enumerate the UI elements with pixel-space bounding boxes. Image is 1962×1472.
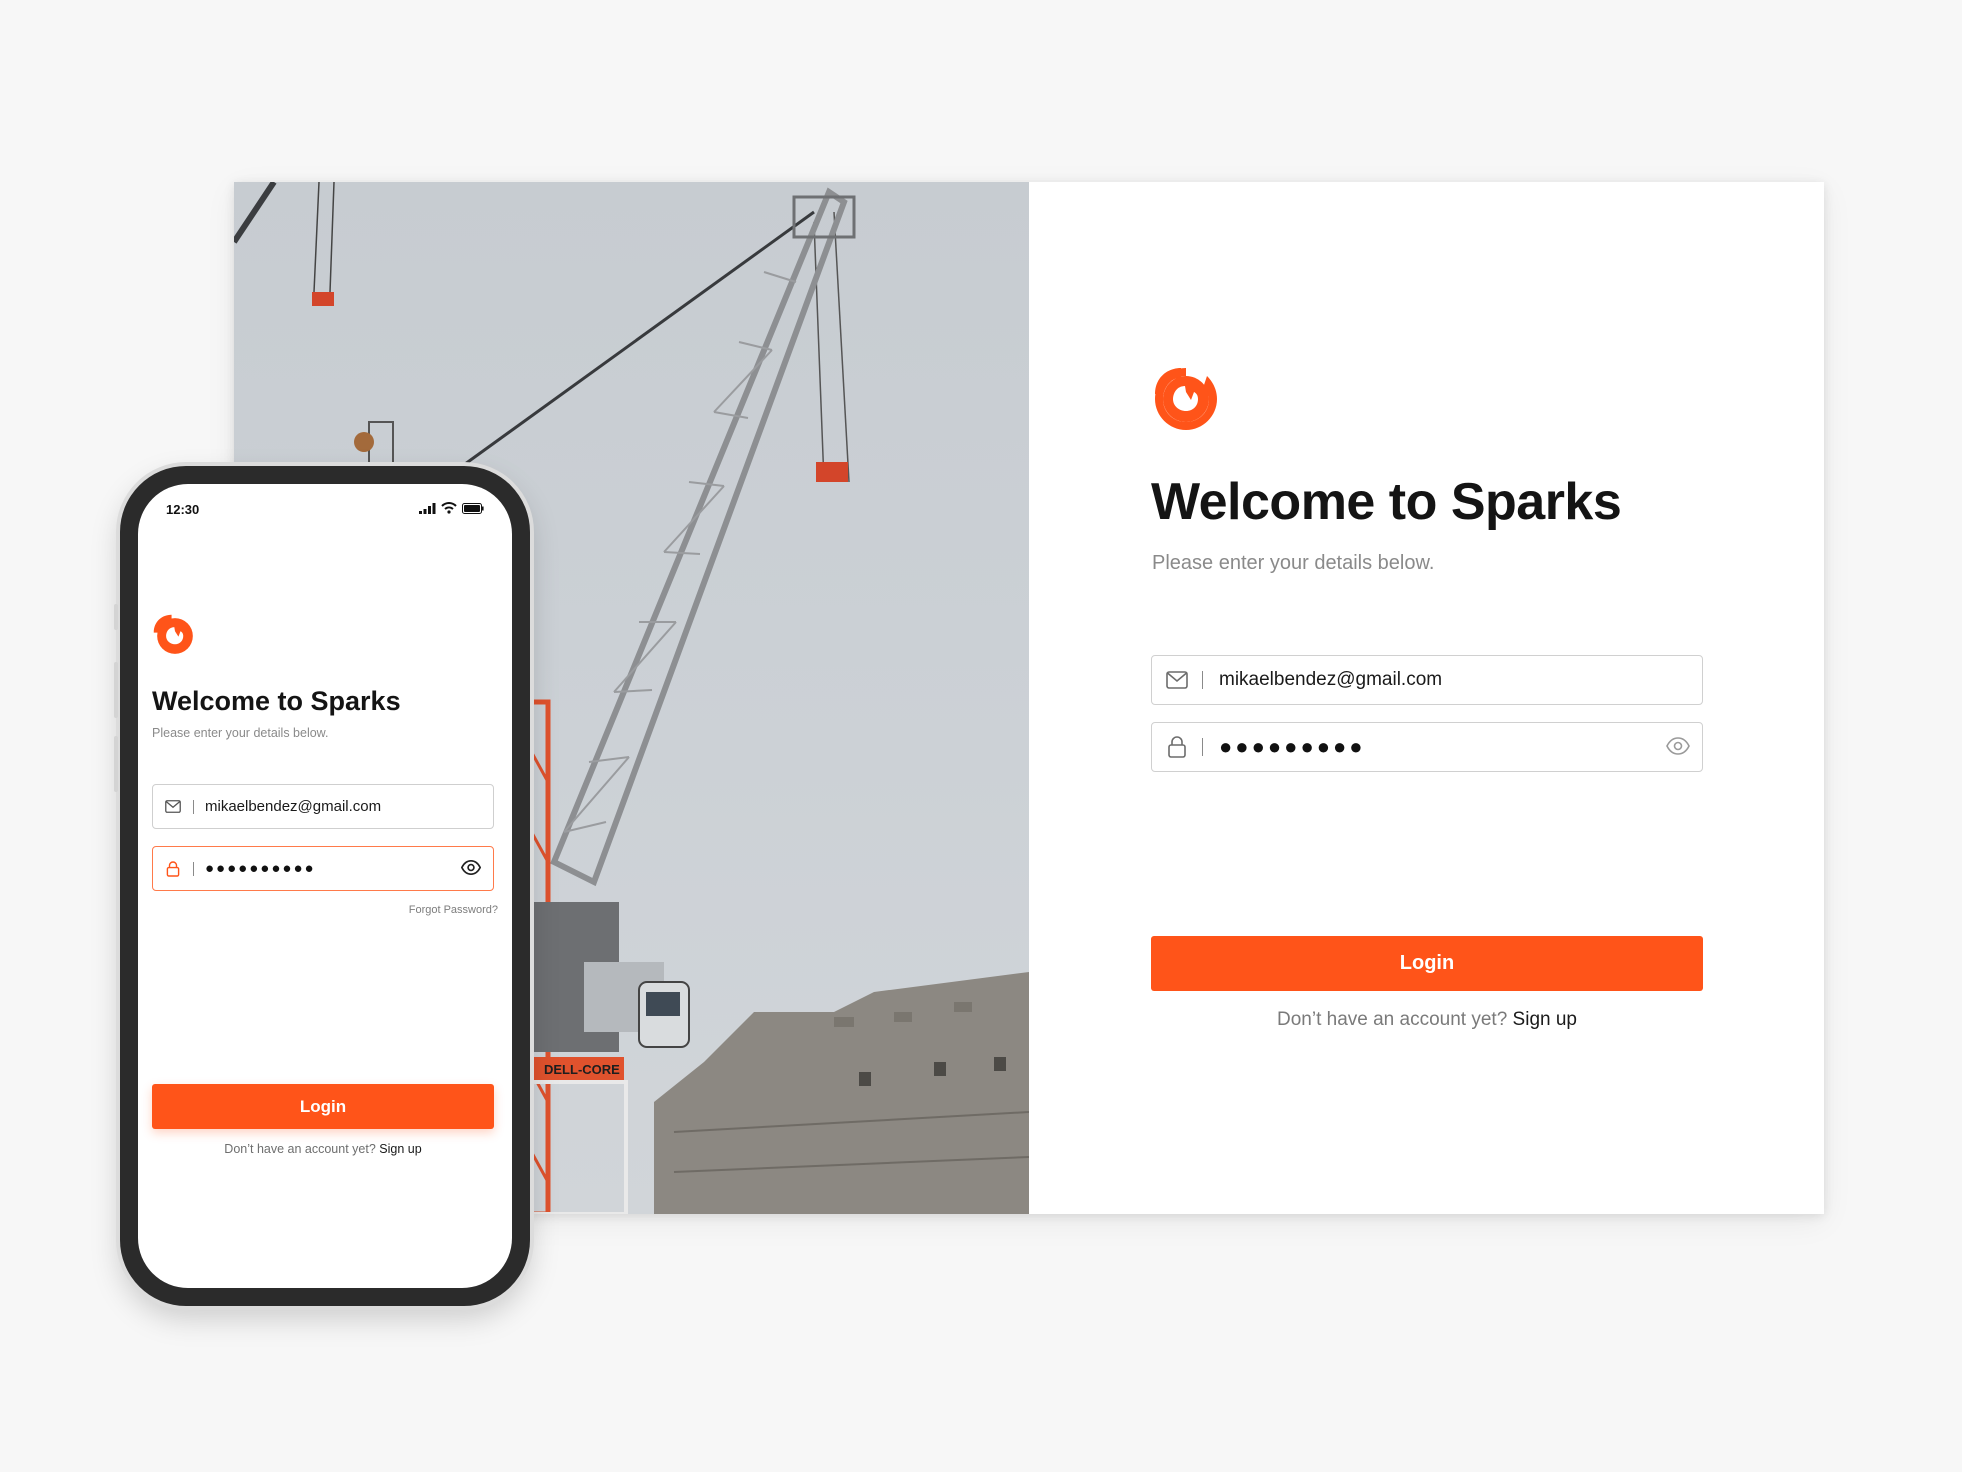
login-form-panel: Welcome to Sparks Please enter your deta…: [1029, 182, 1824, 1214]
forgot-password-link[interactable]: Forgot Password?: [409, 904, 498, 916]
page-subtitle: Please enter your details below.: [152, 726, 329, 740]
password-field[interactable]: ●●●●●●●●●●: [152, 846, 494, 891]
page-subtitle: Please enter your details below.: [1152, 552, 1435, 574]
status-time: 12:30: [166, 502, 200, 517]
signup-prompt: Don’t have an account yet? Sign up: [1151, 1009, 1703, 1031]
signal-icon: [419, 502, 436, 514]
lock-icon: [153, 847, 193, 890]
phone-side-button: [114, 736, 118, 792]
status-bar-icons: [419, 502, 484, 514]
email-value: mikaelbendez@gmail.com: [205, 798, 382, 815]
field-divider: [1202, 738, 1203, 756]
field-divider: [193, 799, 194, 814]
password-mask: ●●●●●●●●●●: [205, 860, 316, 877]
mail-icon: [153, 785, 193, 828]
signup-prompt-text: Don’t have an account yet?: [224, 1142, 376, 1156]
eye-icon[interactable]: [1666, 737, 1690, 760]
sparks-logo-icon: [153, 614, 193, 654]
wifi-icon: [441, 502, 457, 514]
page-title: Welcome to Sparks: [152, 686, 401, 716]
mobile-login-screen: 12:30 Welcome to Sparks Please enter you…: [138, 484, 512, 1288]
crane-sign-text: DELL-CORE: [544, 1062, 620, 1077]
password-mask: ●●●●●●●●●: [1219, 734, 1366, 759]
login-button[interactable]: Login: [152, 1084, 494, 1129]
page-title: Welcome to Sparks: [1151, 473, 1622, 531]
field-divider: [1202, 671, 1203, 689]
lock-icon: [1152, 723, 1202, 771]
email-field[interactable]: mikaelbendez@gmail.com: [152, 784, 494, 829]
signup-link[interactable]: Sign up: [1513, 1009, 1577, 1030]
email-field[interactable]: mikaelbendez@gmail.com: [1151, 655, 1703, 705]
email-value: mikaelbendez@gmail.com: [1219, 669, 1443, 690]
password-field[interactable]: ●●●●●●●●●: [1151, 722, 1703, 772]
signup-link[interactable]: Sign up: [379, 1142, 421, 1156]
signup-prompt: Don’t have an account yet? Sign up: [152, 1142, 494, 1156]
eye-icon[interactable]: [460, 859, 482, 880]
sparks-logo-icon: [1155, 368, 1217, 430]
mail-icon: [1152, 656, 1202, 704]
phone-side-button: [114, 662, 118, 718]
login-button[interactable]: Login: [1151, 936, 1703, 991]
mobile-phone-mockup: 12:30 Welcome to Sparks Please enter you…: [114, 466, 530, 1306]
battery-icon: [462, 502, 484, 514]
signup-prompt-text: Don’t have an account yet?: [1277, 1009, 1508, 1030]
phone-side-button: [114, 604, 118, 630]
field-divider: [193, 861, 194, 876]
